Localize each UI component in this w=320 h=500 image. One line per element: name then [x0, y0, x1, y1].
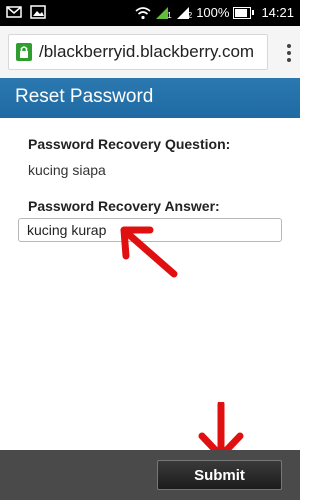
answer-label: Password Recovery Answer:: [28, 198, 220, 214]
page-header: Reset Password: [0, 78, 300, 118]
submit-button[interactable]: Submit: [157, 460, 282, 490]
image-icon: [30, 5, 46, 19]
battery-icon: [233, 6, 255, 19]
message-icon: [6, 6, 22, 18]
wifi-icon: [135, 6, 151, 19]
footer-bar: Submit: [0, 450, 300, 500]
overflow-menu-icon[interactable]: [286, 44, 292, 65]
annotation-arrow-icon: [120, 226, 178, 278]
battery-percent: 100%: [196, 5, 230, 20]
reset-password-form: Password Recovery Question: kucing siapa…: [0, 118, 300, 450]
status-bar: 1 2 100% 14:21: [0, 0, 300, 26]
browser-address-bar: /blackberryid.blackberry.com: [0, 26, 300, 79]
url-text: /blackberryid.blackberry.com: [39, 42, 255, 61]
lock-icon: [16, 43, 32, 61]
sim2-label: 2: [187, 11, 193, 20]
page-title: Reset Password: [15, 86, 154, 107]
question-label: Password Recovery Question:: [28, 136, 231, 152]
question-value: kucing siapa: [28, 162, 106, 178]
sim1-label: 1: [167, 11, 172, 20]
clock: 14:21: [261, 5, 294, 20]
url-field[interactable]: /blackberryid.blackberry.com: [8, 34, 268, 70]
